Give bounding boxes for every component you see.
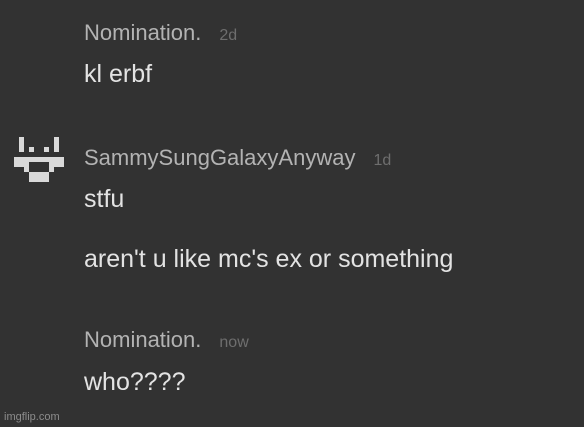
comment-text: aren't u like mc's ex or something [84, 245, 454, 273]
comment-author[interactable]: Nomination. [84, 327, 201, 352]
comment-header: Nomination. now [84, 329, 249, 351]
comment-author[interactable]: Nomination. [84, 20, 201, 45]
comment-header: SammySungGalaxyAnyway 1d [84, 147, 391, 169]
comment-text: kl erbf [84, 60, 153, 88]
comment-header: Nomination. 2d [84, 22, 237, 44]
comment-author[interactable]: SammySungGalaxyAnyway [84, 145, 355, 170]
watermark: imgflip.com [4, 411, 60, 423]
pixel-avatar-icon[interactable] [14, 137, 64, 187]
comment-text: stfu [84, 185, 125, 213]
comment-timestamp[interactable]: now [219, 334, 248, 351]
comment-timestamp[interactable]: 2d [219, 27, 237, 44]
comment-text: who???? [84, 368, 186, 396]
comment-timestamp[interactable]: 1d [373, 152, 391, 169]
